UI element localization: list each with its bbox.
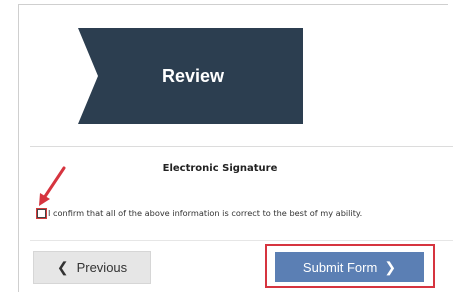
confirm-label: I confirm that all of the above informat… [48,208,363,218]
section-divider [30,146,453,147]
submit-form-button[interactable]: Submit Form ❯ [275,252,424,282]
checkbox-highlight [36,207,47,219]
previous-button-label: Previous [76,260,128,275]
footer-divider [30,240,453,241]
confirm-checkbox[interactable] [36,207,47,219]
previous-button[interactable]: ❮ Previous [33,251,151,284]
chevron-left-icon: ❮ [56,259,69,275]
chevron-right-icon: ❯ [384,258,397,275]
electronic-signature-heading: Electronic Signature [162,163,278,174]
review-step-label: Review [161,65,225,86]
confirm-row: I confirm that all of the above informat… [36,206,363,220]
submit-button-label: Submit Form [302,259,378,275]
